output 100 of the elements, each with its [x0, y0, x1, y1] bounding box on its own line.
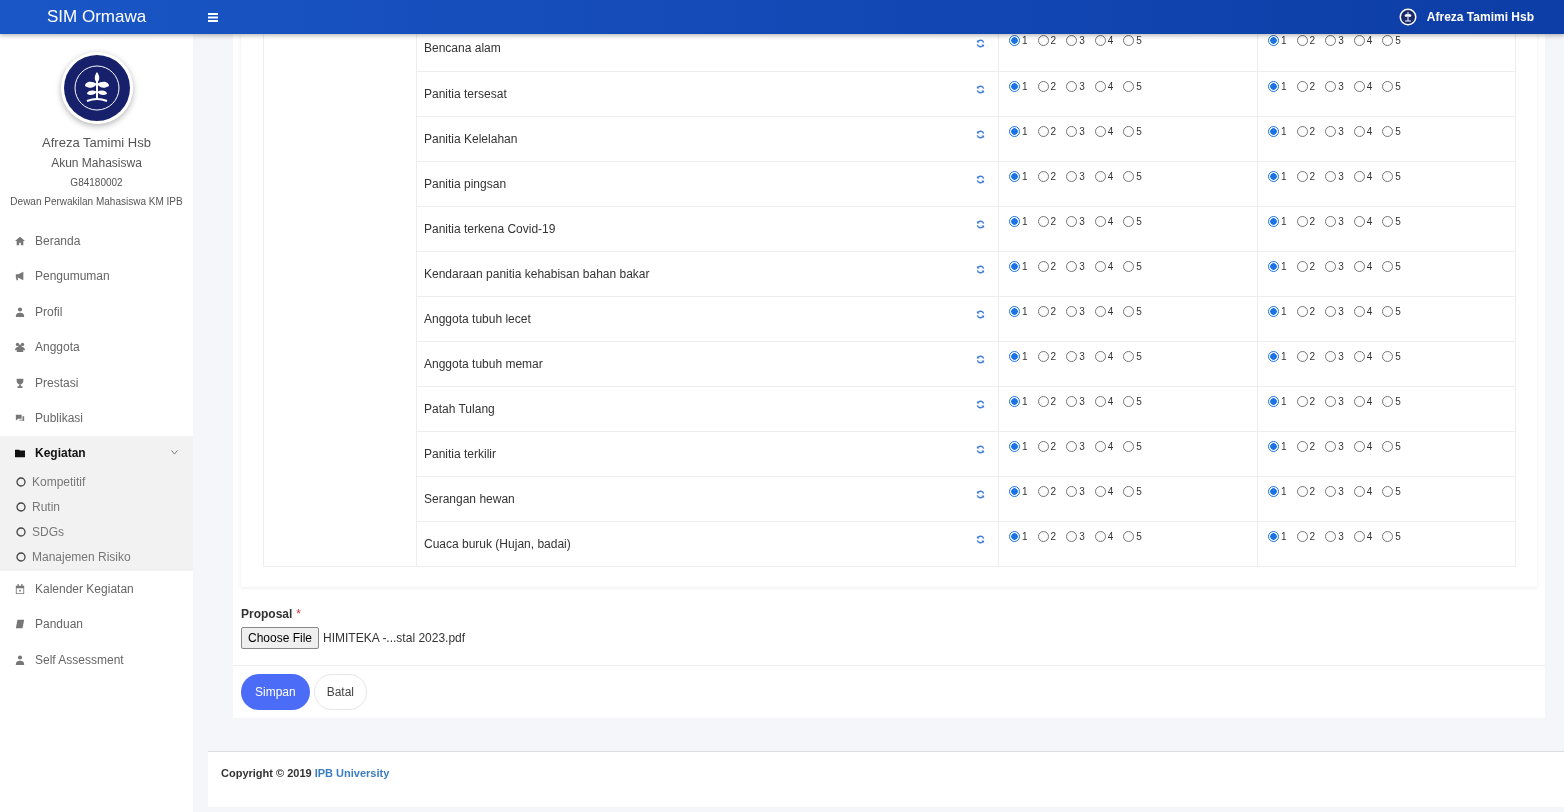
refresh-icon[interactable] [976, 399, 985, 409]
radio-button[interactable] [1268, 170, 1279, 182]
radio-button[interactable] [1066, 440, 1078, 452]
radio-button[interactable] [1268, 440, 1279, 452]
refresh-icon[interactable] [976, 534, 985, 544]
radio-button[interactable] [1382, 80, 1394, 92]
radio-button[interactable] [1094, 350, 1106, 362]
radio-button[interactable] [1325, 170, 1337, 182]
sidebar-item[interactable]: Kegiatan [0, 436, 193, 469]
radio-button[interactable] [1037, 530, 1049, 542]
radio-button[interactable] [1296, 485, 1308, 497]
radio-button[interactable] [1268, 125, 1279, 137]
radio-button[interactable] [1123, 350, 1135, 362]
radio-button[interactable] [1325, 530, 1337, 542]
sidebar-item[interactable]: Profil [0, 294, 193, 330]
radio-button[interactable] [1066, 215, 1078, 227]
radio-button[interactable] [1296, 530, 1308, 542]
radio-button[interactable] [1066, 305, 1078, 317]
radio-button[interactable] [1066, 125, 1078, 137]
radio-button[interactable] [1037, 395, 1049, 407]
sidebar-item[interactable]: Panduan [0, 606, 193, 642]
radio-button[interactable] [1325, 440, 1337, 452]
radio-button[interactable] [1123, 170, 1135, 182]
radio-button[interactable] [1353, 485, 1365, 497]
radio-button[interactable] [1009, 80, 1020, 92]
user-menu[interactable]: Afreza Tamimi Hsb [1392, 7, 1540, 27]
radio-button[interactable] [1296, 395, 1308, 407]
radio-button[interactable] [1009, 305, 1020, 317]
refresh-icon[interactable] [976, 174, 985, 184]
radio-button[interactable] [1009, 260, 1020, 272]
radio-button[interactable] [1123, 260, 1135, 272]
radio-button[interactable] [1353, 395, 1365, 407]
sidebar-item[interactable]: Anggota [0, 329, 193, 365]
radio-button[interactable] [1325, 350, 1337, 362]
refresh-icon[interactable] [976, 129, 985, 139]
sidebar-item[interactable]: Kalender Kegiatan [0, 571, 193, 607]
radio-button[interactable] [1094, 395, 1106, 407]
radio-button[interactable] [1268, 350, 1279, 362]
radio-button[interactable] [1037, 305, 1049, 317]
radio-button[interactable] [1268, 80, 1279, 92]
radio-button[interactable] [1325, 215, 1337, 227]
radio-button[interactable] [1094, 215, 1106, 227]
app-brand[interactable]: SIM Ormawa [0, 4, 208, 30]
choose-file-button[interactable]: Choose File [241, 626, 320, 649]
radio-button[interactable] [1353, 170, 1365, 182]
radio-button[interactable] [1353, 125, 1365, 137]
radio-button[interactable] [1353, 35, 1365, 46]
radio-button[interactable] [1268, 485, 1279, 497]
radio-button[interactable] [1325, 80, 1337, 92]
radio-button[interactable] [1353, 80, 1365, 92]
radio-button[interactable] [1353, 215, 1365, 227]
radio-button[interactable] [1037, 125, 1049, 137]
submenu-item[interactable]: SDGs [0, 519, 193, 544]
radio-button[interactable] [1094, 260, 1106, 272]
radio-button[interactable] [1094, 440, 1106, 452]
radio-button[interactable] [1123, 305, 1135, 317]
radio-button[interactable] [1268, 395, 1279, 407]
radio-button[interactable] [1066, 80, 1078, 92]
radio-button[interactable] [1123, 530, 1135, 542]
refresh-icon[interactable] [976, 264, 985, 274]
sidebar-item[interactable]: Self Assessment [0, 642, 193, 678]
radio-button[interactable] [1094, 170, 1106, 182]
radio-button[interactable] [1268, 305, 1279, 317]
radio-button[interactable] [1382, 170, 1394, 182]
footer-link[interactable]: IPB University [314, 767, 390, 779]
radio-button[interactable] [1066, 395, 1078, 407]
radio-button[interactable] [1325, 395, 1337, 407]
radio-button[interactable] [1268, 530, 1279, 542]
radio-button[interactable] [1094, 485, 1106, 497]
radio-button[interactable] [1123, 395, 1135, 407]
radio-button[interactable] [1123, 35, 1135, 46]
cancel-button[interactable]: Batal [313, 673, 368, 710]
refresh-icon[interactable] [976, 309, 985, 319]
radio-button[interactable] [1296, 305, 1308, 317]
radio-button[interactable] [1296, 440, 1308, 452]
radio-button[interactable] [1066, 170, 1078, 182]
radio-button[interactable] [1325, 35, 1337, 46]
radio-button[interactable] [1268, 260, 1279, 272]
radio-button[interactable] [1123, 215, 1135, 227]
radio-button[interactable] [1066, 485, 1078, 497]
radio-button[interactable] [1094, 305, 1106, 317]
radio-button[interactable] [1037, 80, 1049, 92]
radio-button[interactable] [1066, 260, 1078, 272]
refresh-icon[interactable] [976, 354, 985, 364]
radio-button[interactable] [1353, 260, 1365, 272]
radio-button[interactable] [1009, 485, 1020, 497]
radio-button[interactable] [1296, 170, 1308, 182]
radio-button[interactable] [1037, 260, 1049, 272]
radio-button[interactable] [1009, 215, 1020, 227]
radio-button[interactable] [1037, 170, 1049, 182]
radio-button[interactable] [1037, 440, 1049, 452]
radio-button[interactable] [1009, 35, 1020, 46]
radio-button[interactable] [1094, 80, 1106, 92]
radio-button[interactable] [1382, 260, 1394, 272]
radio-button[interactable] [1325, 305, 1337, 317]
radio-button[interactable] [1268, 35, 1279, 46]
refresh-icon[interactable] [976, 444, 985, 454]
radio-button[interactable] [1009, 395, 1020, 407]
submenu-item[interactable]: Rutin [0, 494, 193, 519]
radio-button[interactable] [1009, 170, 1020, 182]
